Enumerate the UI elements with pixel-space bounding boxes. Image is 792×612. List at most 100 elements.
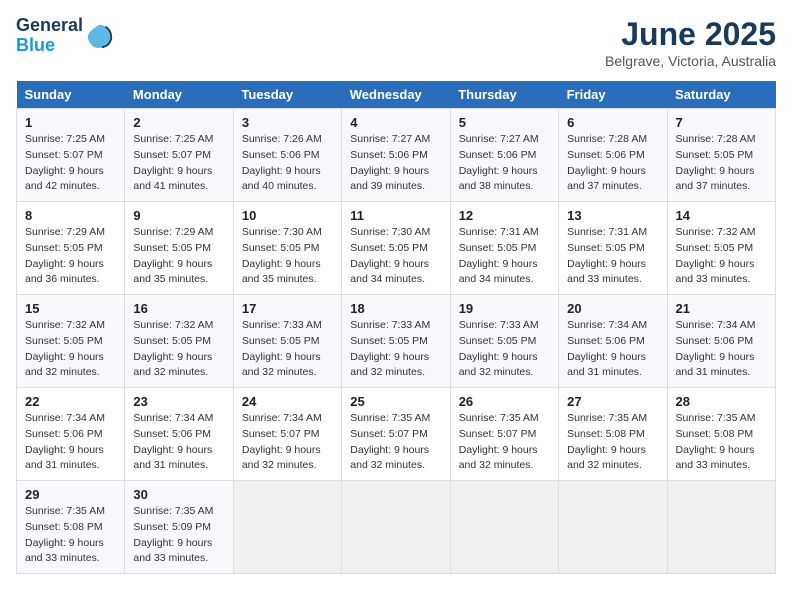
day-info: Sunrise: 7:34 AM Sunset: 5:07 PM Dayligh… — [242, 411, 333, 474]
weekday-friday: Friday — [559, 81, 667, 109]
day-number: 10 — [242, 208, 333, 223]
day-info: Sunrise: 7:29 AM Sunset: 5:05 PM Dayligh… — [133, 225, 224, 288]
weekday-tuesday: Tuesday — [233, 81, 341, 109]
weekday-monday: Monday — [125, 81, 233, 109]
calendar-cell: 5 Sunrise: 7:27 AM Sunset: 5:06 PM Daylig… — [450, 109, 558, 202]
day-number: 26 — [459, 394, 550, 409]
calendar-cell: 2Sunrise: 7:25 AM Sunset: 5:07 PM Daylig… — [125, 109, 233, 202]
day-number: 28 — [676, 394, 767, 409]
location: Belgrave, Victoria, Australia — [605, 53, 776, 69]
calendar-cell — [342, 481, 450, 574]
calendar-cell: 12 Sunrise: 7:31 AM Sunset: 5:05 PM Dayli… — [450, 202, 558, 295]
day-number: 22 — [25, 394, 116, 409]
day-number: 17 — [242, 301, 333, 316]
calendar-cell — [667, 481, 775, 574]
day-number: 20 — [567, 301, 658, 316]
calendar-cell: 3Sunrise: 7:26 AM Sunset: 5:06 PM Daylig… — [233, 109, 341, 202]
calendar-cell: 30 Sunrise: 7:35 AM Sunset: 5:09 PM Dayli… — [125, 481, 233, 574]
day-number: 5 — [459, 115, 550, 130]
calendar-cell: 21 Sunrise: 7:34 AM Sunset: 5:06 PM Dayli… — [667, 295, 775, 388]
day-info: Sunrise: 7:33 AM Sunset: 5:05 PM Dayligh… — [242, 318, 333, 381]
calendar-week-5: 29Sunrise: 7:35 AM Sunset: 5:08 PM Dayli… — [17, 481, 776, 574]
calendar-cell: 14 Sunrise: 7:32 AM Sunset: 5:05 PM Dayli… — [667, 202, 775, 295]
day-info: Sunrise: 7:35 AM Sunset: 5:09 PM Dayligh… — [133, 504, 224, 567]
day-number: 19 — [459, 301, 550, 316]
day-number: 7 — [676, 115, 767, 130]
day-info: Sunrise: 7:35 AM Sunset: 5:08 PM Dayligh… — [567, 411, 658, 474]
calendar-cell: 16Sunrise: 7:32 AM Sunset: 5:05 PM Dayli… — [125, 295, 233, 388]
calendar-cell: 18 Sunrise: 7:33 AM Sunset: 5:05 PM Dayli… — [342, 295, 450, 388]
day-number: 16 — [133, 301, 224, 316]
weekday-saturday: Saturday — [667, 81, 775, 109]
day-info: Sunrise: 7:35 AM Sunset: 5:07 PM Dayligh… — [350, 411, 441, 474]
calendar-cell: 23Sunrise: 7:34 AM Sunset: 5:06 PM Dayli… — [125, 388, 233, 481]
day-number: 12 — [459, 208, 550, 223]
day-info: Sunrise: 7:33 AM Sunset: 5:05 PM Dayligh… — [459, 318, 550, 381]
day-info: Sunrise: 7:27 AM Sunset: 5:06 PM Dayligh… — [350, 132, 441, 195]
weekday-header: SundayMondayTuesdayWednesdayThursdayFrid… — [17, 81, 776, 109]
day-number: 9 — [133, 208, 224, 223]
calendar-cell: 6Sunrise: 7:28 AM Sunset: 5:06 PM Daylig… — [559, 109, 667, 202]
day-number: 8 — [25, 208, 116, 223]
calendar-cell: 8 Sunrise: 7:29 AM Sunset: 5:05 PM Daylig… — [17, 202, 125, 295]
calendar-cell: 11Sunrise: 7:30 AM Sunset: 5:05 PM Dayli… — [342, 202, 450, 295]
day-info: Sunrise: 7:33 AM Sunset: 5:05 PM Dayligh… — [350, 318, 441, 381]
day-info: Sunrise: 7:27 AM Sunset: 5:06 PM Dayligh… — [459, 132, 550, 195]
calendar-cell — [450, 481, 558, 574]
weekday-thursday: Thursday — [450, 81, 558, 109]
calendar-cell: 10Sunrise: 7:30 AM Sunset: 5:05 PM Dayli… — [233, 202, 341, 295]
calendar-cell: 7Sunrise: 7:28 AM Sunset: 5:05 PM Daylig… — [667, 109, 775, 202]
calendar-cell: 26 Sunrise: 7:35 AM Sunset: 5:07 PM Dayli… — [450, 388, 558, 481]
calendar-cell: 9 Sunrise: 7:29 AM Sunset: 5:05 PM Daylig… — [125, 202, 233, 295]
day-info: Sunrise: 7:29 AM Sunset: 5:05 PM Dayligh… — [25, 225, 116, 288]
day-info: Sunrise: 7:30 AM Sunset: 5:05 PM Dayligh… — [350, 225, 441, 288]
day-number: 2 — [133, 115, 224, 130]
day-number: 24 — [242, 394, 333, 409]
calendar-cell: 20 Sunrise: 7:34 AM Sunset: 5:06 PM Dayli… — [559, 295, 667, 388]
page-header: GeneralBlue June 2025 Belgrave, Victoria… — [16, 16, 776, 69]
day-info: Sunrise: 7:32 AM Sunset: 5:05 PM Dayligh… — [25, 318, 116, 381]
calendar-cell: 29Sunrise: 7:35 AM Sunset: 5:08 PM Dayli… — [17, 481, 125, 574]
logo-icon — [85, 22, 113, 50]
day-number: 15 — [25, 301, 116, 316]
day-info: Sunrise: 7:35 AM Sunset: 5:07 PM Dayligh… — [459, 411, 550, 474]
day-info: Sunrise: 7:25 AM Sunset: 5:07 PM Dayligh… — [25, 132, 116, 195]
day-number: 30 — [133, 487, 224, 502]
day-number: 4 — [350, 115, 441, 130]
day-info: Sunrise: 7:34 AM Sunset: 5:06 PM Dayligh… — [567, 318, 658, 381]
day-info: Sunrise: 7:32 AM Sunset: 5:05 PM Dayligh… — [676, 225, 767, 288]
day-info: Sunrise: 7:34 AM Sunset: 5:06 PM Dayligh… — [676, 318, 767, 381]
weekday-sunday: Sunday — [17, 81, 125, 109]
calendar-cell: 22 Sunrise: 7:34 AM Sunset: 5:06 PM Dayli… — [17, 388, 125, 481]
day-number: 23 — [133, 394, 224, 409]
logo-text: GeneralBlue — [16, 16, 83, 56]
day-info: Sunrise: 7:34 AM Sunset: 5:06 PM Dayligh… — [25, 411, 116, 474]
day-info: Sunrise: 7:28 AM Sunset: 5:06 PM Dayligh… — [567, 132, 658, 195]
day-number: 13 — [567, 208, 658, 223]
day-number: 1 — [25, 115, 116, 130]
calendar-cell: 24 Sunrise: 7:34 AM Sunset: 5:07 PM Dayli… — [233, 388, 341, 481]
day-info: Sunrise: 7:31 AM Sunset: 5:05 PM Dayligh… — [567, 225, 658, 288]
calendar-body: 1 Sunrise: 7:25 AM Sunset: 5:07 PM Daylig… — [17, 109, 776, 574]
logo: GeneralBlue — [16, 16, 113, 56]
day-number: 27 — [567, 394, 658, 409]
day-number: 21 — [676, 301, 767, 316]
day-info: Sunrise: 7:26 AM Sunset: 5:06 PM Dayligh… — [242, 132, 333, 195]
calendar-cell: 25 Sunrise: 7:35 AM Sunset: 5:07 PM Dayli… — [342, 388, 450, 481]
calendar-cell: 4 Sunrise: 7:27 AM Sunset: 5:06 PM Daylig… — [342, 109, 450, 202]
calendar-cell — [233, 481, 341, 574]
day-number: 14 — [676, 208, 767, 223]
calendar-cell — [559, 481, 667, 574]
calendar-cell: 19 Sunrise: 7:33 AM Sunset: 5:05 PM Dayli… — [450, 295, 558, 388]
month-title: June 2025 — [605, 16, 776, 53]
calendar-cell: 27 Sunrise: 7:35 AM Sunset: 5:08 PM Dayli… — [559, 388, 667, 481]
calendar-cell: 28Sunrise: 7:35 AM Sunset: 5:08 PM Dayli… — [667, 388, 775, 481]
day-number: 25 — [350, 394, 441, 409]
calendar-cell: 15 Sunrise: 7:32 AM Sunset: 5:05 PM Dayli… — [17, 295, 125, 388]
day-number: 18 — [350, 301, 441, 316]
day-info: Sunrise: 7:31 AM Sunset: 5:05 PM Dayligh… — [459, 225, 550, 288]
calendar-cell: 13 Sunrise: 7:31 AM Sunset: 5:05 PM Dayli… — [559, 202, 667, 295]
day-info: Sunrise: 7:35 AM Sunset: 5:08 PM Dayligh… — [25, 504, 116, 567]
calendar-week-1: 1 Sunrise: 7:25 AM Sunset: 5:07 PM Daylig… — [17, 109, 776, 202]
title-block: June 2025 Belgrave, Victoria, Australia — [605, 16, 776, 69]
